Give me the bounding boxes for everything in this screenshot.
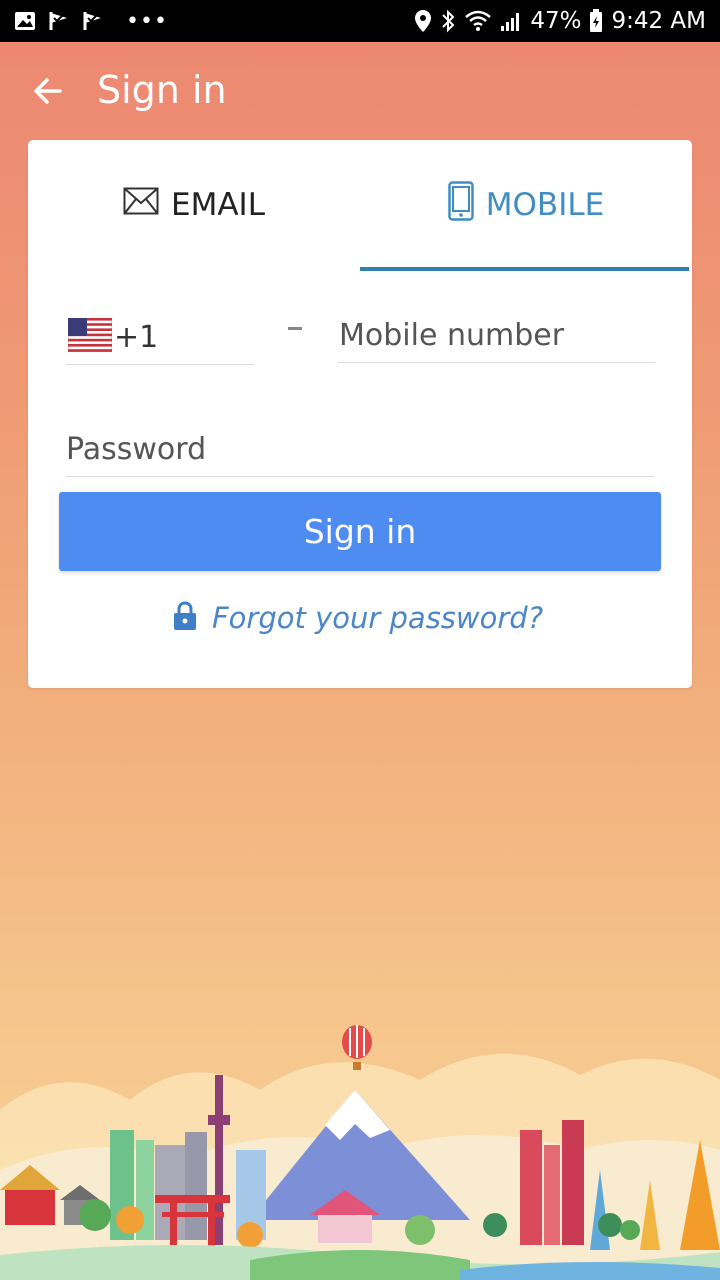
mobile-number-input[interactable] <box>338 308 655 363</box>
check-flag-icon <box>48 10 70 32</box>
forgot-password-link[interactable]: Forgot your password? <box>173 596 543 640</box>
status-time: 9:42 AM <box>611 8 706 34</box>
password-input[interactable] <box>66 422 654 477</box>
more-dots-icon: ••• <box>126 8 168 34</box>
wifi-icon <box>464 10 492 32</box>
signal-icon <box>500 10 522 32</box>
tab-mobile-label: MOBILE <box>485 187 605 223</box>
city-skyline-illustration <box>0 1025 720 1280</box>
tab-mobile[interactable]: MOBILE <box>360 140 692 270</box>
active-tab-indicator <box>360 267 689 271</box>
status-right: 47% 9:42 AM <box>414 8 706 34</box>
battery-percent: 47% <box>530 8 582 34</box>
status-left: ••• <box>14 9 168 34</box>
tab-email[interactable]: EMAIL <box>28 140 360 270</box>
status-bar: ••• 47% 9:42 AM <box>0 0 720 42</box>
page-title: Sign in <box>97 68 227 112</box>
phone-icon <box>448 181 474 229</box>
image-icon <box>14 11 36 31</box>
arrow-left-icon <box>33 77 63 110</box>
app-bar: Sign in <box>0 42 720 142</box>
battery-icon <box>589 9 603 33</box>
check-flag-icon <box>82 10 104 32</box>
location-icon <box>414 9 432 33</box>
separator-dash <box>288 327 302 330</box>
country-code-picker[interactable]: +1 <box>66 316 254 365</box>
tab-email-label: EMAIL <box>171 187 265 223</box>
bluetooth-icon <box>440 9 456 33</box>
us-flag-icon <box>67 317 113 357</box>
back-button[interactable] <box>22 70 74 116</box>
forgot-password-label: Forgot your password? <box>212 601 544 635</box>
lock-icon <box>173 600 197 636</box>
signin-button[interactable]: Sign in <box>59 492 661 571</box>
country-code: +1 <box>114 320 159 355</box>
envelope-icon <box>123 187 159 223</box>
signin-card: EMAIL MOBILE +1 Sign in <box>28 140 692 688</box>
